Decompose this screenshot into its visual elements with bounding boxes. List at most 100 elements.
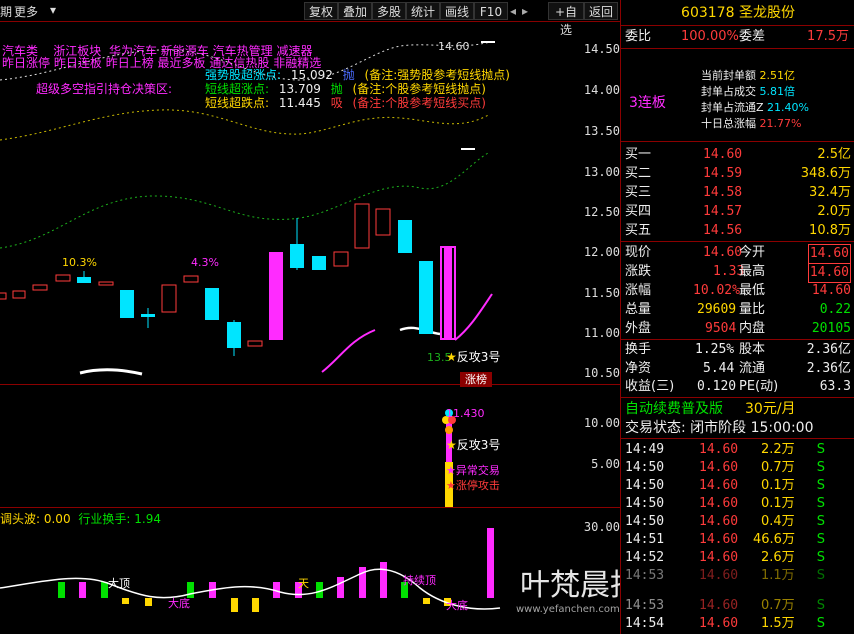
f10-button[interactable]: F10 (474, 2, 508, 20)
period-label: 期 (0, 5, 13, 19)
seal-info: 当前封单额 2.51亿 封单占成交 5.81倍 封单占流通Z 21.40% 十日… (701, 68, 809, 132)
seal-row: 当前封单额 2.51亿 (701, 69, 795, 82)
zhangbang-badge[interactable]: 涨榜 (460, 372, 492, 387)
order-diff-value: 17.5万 (807, 29, 849, 44)
price-hint-value: 11.445 (278, 96, 321, 110)
kline-chart-area[interactable]: 14.50 14.00 13.50 13.00 12.50 12.00 11.5… (0, 22, 760, 634)
back-button[interactable]: 返回 (584, 2, 618, 20)
bottom-signal-label: 大底 (446, 599, 468, 612)
bid-row[interactable]: 买四 14.57 2.0万 (621, 203, 854, 221)
star-icon: ★ (446, 464, 456, 477)
strategy-title: 超级多空指引持仓决策区: (36, 82, 173, 96)
divider (621, 339, 854, 340)
price-hint-label: 短线超跌点: (205, 96, 270, 110)
tick-row: 14:53 14.60 0.7万 S (625, 598, 825, 613)
tick-row: 14:50 14.60 0.1万 S (625, 496, 825, 511)
bid-row[interactable]: 买五 14.56 10.8万 (621, 222, 854, 240)
stat-tag: 昨日涨停 (2, 56, 51, 70)
price-hint-tag: 吸 (330, 96, 343, 110)
star-icon: ★ (446, 438, 457, 452)
seal-row: 封单占流通Z 21.40% (701, 101, 809, 114)
price-hint-row: 短线超跌点: 11.445 吸 (备注:个股参考短线买点) (205, 94, 486, 111)
axis-tick: 5.00 (591, 457, 620, 471)
bid-row[interactable]: 买一 14.60 2.5亿 (621, 146, 854, 164)
divider (621, 438, 854, 439)
stat-row: 换手 1.25% 股本 2.36亿 (625, 342, 851, 357)
multi-stock-button[interactable]: 多股 (372, 2, 406, 20)
kline-chart-svg (0, 41, 501, 612)
axis-tick: 13.00 (583, 165, 620, 179)
axis-tick: 12.50 (583, 205, 620, 219)
quote-row: 涨跌 1.33 最高 14.60 (621, 263, 854, 283)
bottom-indicator-title: 调头波: 0.00 行业换手: 1.94 (0, 510, 161, 527)
quote-panel: 603178 圣龙股份 委比 100.00% 委差 17.5万 3连板 当前封单… (620, 0, 854, 634)
divider (621, 25, 854, 26)
star-icon: ★ (446, 350, 457, 364)
signal-text: 异常交易 (455, 464, 500, 477)
bottom-signal-label: 大顶 (108, 577, 130, 590)
divider (621, 241, 854, 242)
price-hint-note: (备注:个股参考短线买点) (352, 96, 486, 110)
stock-header: 603178 圣龙股份 (621, 4, 854, 22)
more-dropdown-icon[interactable]: ▾ (50, 3, 56, 17)
stock-code: 603178 (681, 5, 735, 21)
quote-row: 外盘 9504 内盘 20105 (625, 321, 851, 336)
axis-tick: 11.00 (583, 326, 620, 340)
bid-row[interactable]: 买二 14.59 348.6万 (621, 165, 854, 183)
stat-tag: 最近多板 (157, 56, 206, 70)
trade-state-text: 交易状态: 闭市阶段 15:00:00 (625, 420, 814, 436)
bid-row[interactable]: 买三 14.58 32.4万 (621, 184, 854, 202)
add-watchlist-button[interactable]: +自选 (548, 2, 584, 37)
signal-text: 反攻3号 (456, 350, 501, 364)
trade-state: 交易状态: 闭市阶段 15:00:00 (621, 419, 854, 437)
seal-row: 十日总涨幅 21.77% (701, 117, 802, 130)
quote-row: 涨幅 10.02% 最低 14.60 (625, 283, 851, 298)
axis-tick: 10.00 (583, 416, 620, 430)
promo-text: 自动续费普及版 (625, 401, 723, 417)
tick-row: 14:53 14.60 1.1万 S (625, 568, 825, 583)
panel-divider (0, 507, 620, 508)
panel-divider (0, 384, 620, 385)
axis-tick: 11.50 (583, 286, 620, 300)
seal-row: 封单占成交 5.81倍 (701, 85, 795, 98)
tick-row: 14:51 14.60 46.6万 S (625, 532, 825, 547)
prev-arrow-icon[interactable]: ◂ (508, 2, 518, 20)
draw-line-button[interactable]: 画线 (440, 2, 474, 20)
signal-text: 反攻3号 (456, 438, 501, 452)
bottom-signal-label: 持续顶 (403, 574, 436, 587)
divider (621, 141, 854, 142)
signal-label: ★反攻3号 (446, 436, 500, 453)
overlay-button[interactable]: 叠加 (338, 2, 372, 20)
signal-label: ★反攻3号 (446, 348, 500, 365)
order-diff-label: 委差 (739, 29, 766, 44)
order-ratio-value: 100.00% (681, 29, 739, 44)
quote-row: 总量 29609 量比 0.22 (625, 302, 851, 317)
restore-rights-button[interactable]: 复权 (304, 2, 338, 20)
high-price-label: 14.60 (438, 40, 470, 53)
signal-label: ★涨停攻击 (446, 477, 500, 493)
signal-label: ★异常交易 (446, 462, 500, 478)
tick-row: 14:50 14.60 0.4万 S (625, 514, 825, 529)
next-arrow-icon[interactable]: ▸ (520, 2, 530, 20)
bottom-signal-label: 大底 (168, 597, 190, 610)
axis-tick: 14.00 (583, 83, 620, 97)
tick-row: 14:54 14.60 1.5万 S (625, 616, 825, 631)
promo-banner[interactable]: 自动续费普及版 30元/月 (621, 400, 854, 418)
quote-row: 现价 14.60 今开 14.60 (621, 244, 854, 264)
tick-row: 14:50 14.60 0.7万 S (625, 460, 825, 475)
statistics-button[interactable]: 统计 (406, 2, 440, 20)
order-ratio-row: 委比 100.00% 委差 17.5万 (621, 28, 854, 46)
star-icon: ★ (446, 479, 456, 492)
axis-tick: 10.50 (583, 366, 620, 380)
bottom-indicator-name: 调头波: 0.00 (0, 512, 71, 526)
stat-row: 净资 5.44 流通 2.36亿 (625, 361, 851, 376)
more-menu[interactable]: 更多 (14, 3, 38, 20)
promo-price: 30元/月 (745, 401, 796, 417)
bottom-indicator-turnover: 行业换手: 1.94 (78, 512, 161, 526)
sub-price-label: 11.430 (446, 407, 485, 420)
pct-label: 4.3% (191, 256, 219, 269)
axis-tick: 12.00 (583, 245, 620, 259)
tick-row: 14:52 14.60 2.6万 S (625, 550, 825, 565)
stock-name: 圣龙股份 (738, 5, 795, 21)
stat-tag: 昨日连板 (53, 56, 102, 70)
